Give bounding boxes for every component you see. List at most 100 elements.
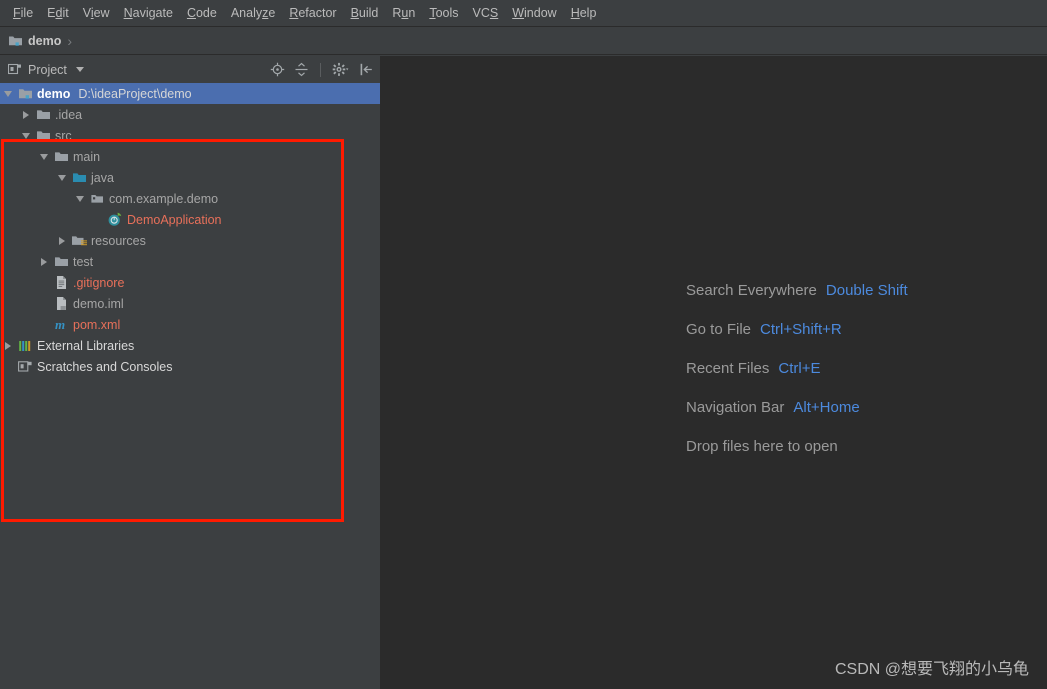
tree-item-label: .gitignore xyxy=(73,275,125,290)
shortcut-key-label: Double Shift xyxy=(825,282,908,299)
locate-icon[interactable] xyxy=(270,62,285,77)
breadcrumb-separator: › xyxy=(67,32,73,49)
menu-item-refactor[interactable]: Refactor xyxy=(282,3,343,23)
scratches-icon xyxy=(17,360,33,374)
tree-arrow-placeholder xyxy=(36,321,52,329)
tree-item-label: java xyxy=(91,170,114,185)
tree-item-label: DemoApplication xyxy=(127,212,222,227)
tree-row-external-libraries[interactable]: External Libraries xyxy=(0,335,380,356)
chevron-right-icon[interactable] xyxy=(0,341,16,350)
tree-arrow-placeholder xyxy=(0,363,16,371)
tree-icon-slot xyxy=(52,255,70,268)
resources-folder-icon xyxy=(71,234,88,247)
hide-panel-icon[interactable] xyxy=(359,62,374,77)
tree-icon-slot xyxy=(52,296,70,311)
tree-item-label: src xyxy=(55,128,72,143)
breadcrumb-item-demo[interactable]: demo xyxy=(8,34,61,48)
chevron-down-icon[interactable] xyxy=(54,174,70,181)
tree-item-label: pom.xml xyxy=(73,317,121,332)
tree-item-label: com.example.demo xyxy=(109,191,219,206)
menu-item-analyze[interactable]: Analyze xyxy=(224,3,282,23)
shortcut-key-label: Ctrl+Shift+R xyxy=(760,321,842,338)
maven-pom-icon: m xyxy=(54,317,69,332)
chevron-down-icon[interactable] xyxy=(72,195,88,202)
chevron-down-icon[interactable] xyxy=(36,153,52,160)
shortcut-action-label: Go to File xyxy=(686,321,752,338)
project-panel-header: Project xyxy=(0,56,380,83)
spring-boot-icon xyxy=(107,212,123,227)
iml-file-icon xyxy=(55,296,68,311)
shortcut-hint-row: Go to File Ctrl+Shift+R xyxy=(686,310,908,349)
toolbar-divider xyxy=(320,62,321,77)
tree-icon-slot xyxy=(52,275,70,290)
module-icon xyxy=(18,87,33,100)
project-tree[interactable]: demo D:\ideaProject\demo .idea src main java c… xyxy=(0,83,380,377)
tree-icon-slot xyxy=(52,150,70,163)
menu-item-build[interactable]: Build xyxy=(344,3,386,23)
project-view-icon xyxy=(8,63,22,76)
chevron-down-icon[interactable] xyxy=(0,90,16,97)
tree-icon-slot xyxy=(34,129,52,142)
tree-row-com-example-demo[interactable]: com.example.demo xyxy=(0,188,380,209)
settings-gear-icon[interactable] xyxy=(332,62,350,77)
tree-icon-slot xyxy=(70,234,88,247)
libraries-icon xyxy=(18,339,33,353)
folder-icon xyxy=(36,108,51,121)
shortcut-action-label: Recent Files xyxy=(686,360,770,377)
tree-icon-slot xyxy=(16,87,34,100)
package-icon xyxy=(90,192,105,205)
tree-row-test[interactable]: test xyxy=(0,251,380,272)
tree-row-gitignore[interactable]: .gitignore xyxy=(0,272,380,293)
chevron-right-icon[interactable] xyxy=(54,236,70,245)
text-file-icon xyxy=(55,275,68,290)
menu-bar: File Edit View Navigate Code Analyze Refactor B… xyxy=(0,0,1047,27)
shortcut-hint-row: Recent Files Ctrl+E xyxy=(686,349,908,388)
folder-icon xyxy=(54,150,69,163)
tree-icon-slot xyxy=(34,108,52,121)
tree-row-scratches-and-consoles[interactable]: Scratches and Consoles xyxy=(0,356,380,377)
project-panel-title: Project xyxy=(28,62,67,77)
shortcut-hint-row: Navigation Bar Alt+Home xyxy=(686,388,908,427)
tree-item-label: test xyxy=(73,254,94,269)
chevron-down-icon[interactable] xyxy=(18,132,34,139)
tree-row-idea[interactable]: .idea xyxy=(0,104,380,125)
shortcut-hint-row: Drop files here to open xyxy=(686,427,908,466)
menu-item-vcs[interactable]: VCS xyxy=(466,3,506,23)
shortcut-key-label: Alt+Home xyxy=(793,399,860,416)
idea-window: File Edit View Navigate Code Analyze Refactor B… xyxy=(0,0,1047,689)
tree-row-demo-iml[interactable]: demo.iml xyxy=(0,293,380,314)
project-view-selector[interactable]: Project xyxy=(8,63,84,77)
menu-item-file[interactable]: File xyxy=(6,3,40,23)
chevron-down-icon[interactable] xyxy=(75,67,84,72)
shortcut-action-label: Navigation Bar xyxy=(686,399,785,416)
collapse-all-icon[interactable] xyxy=(294,62,309,77)
tree-icon-slot xyxy=(106,212,124,227)
menu-item-edit[interactable]: Edit xyxy=(40,3,76,23)
menu-item-view[interactable]: View xyxy=(76,3,117,23)
tree-row-java[interactable]: java xyxy=(0,167,380,188)
chevron-right-icon[interactable] xyxy=(18,110,34,119)
watermark-text: CSDN @想要飞翔的小乌龟 xyxy=(834,661,1029,678)
tree-row-src[interactable]: src xyxy=(0,125,380,146)
menu-item-run[interactable]: Run xyxy=(385,3,422,23)
menu-item-help[interactable]: Help xyxy=(564,3,604,23)
folder-icon xyxy=(54,255,69,268)
tree-icon-slot xyxy=(16,339,34,353)
tree-item-path: D:\ideaProject\demo xyxy=(78,86,192,101)
tree-row-demo[interactable]: demo D:\ideaProject\demo xyxy=(0,83,380,104)
tree-item-label: Scratches and Consoles xyxy=(37,359,173,374)
tree-row-pom-xml[interactable]: m pom.xml xyxy=(0,314,380,335)
tree-icon-slot xyxy=(88,192,106,205)
project-panel-toolbar xyxy=(270,62,374,77)
menu-item-window[interactable]: Window xyxy=(505,3,563,23)
menu-item-navigate[interactable]: Navigate xyxy=(117,3,180,23)
tree-item-label: resources xyxy=(91,233,146,248)
chevron-right-icon[interactable] xyxy=(36,257,52,266)
tree-row-resources[interactable]: resources xyxy=(0,230,380,251)
menu-item-code[interactable]: Code xyxy=(180,3,224,23)
menu-item-tools[interactable]: Tools xyxy=(422,3,465,23)
tree-item-label: demo xyxy=(37,86,71,101)
tree-row-demoapplication[interactable]: DemoApplication xyxy=(0,209,380,230)
tree-arrow-placeholder xyxy=(36,300,52,308)
tree-row-main[interactable]: main xyxy=(0,146,380,167)
